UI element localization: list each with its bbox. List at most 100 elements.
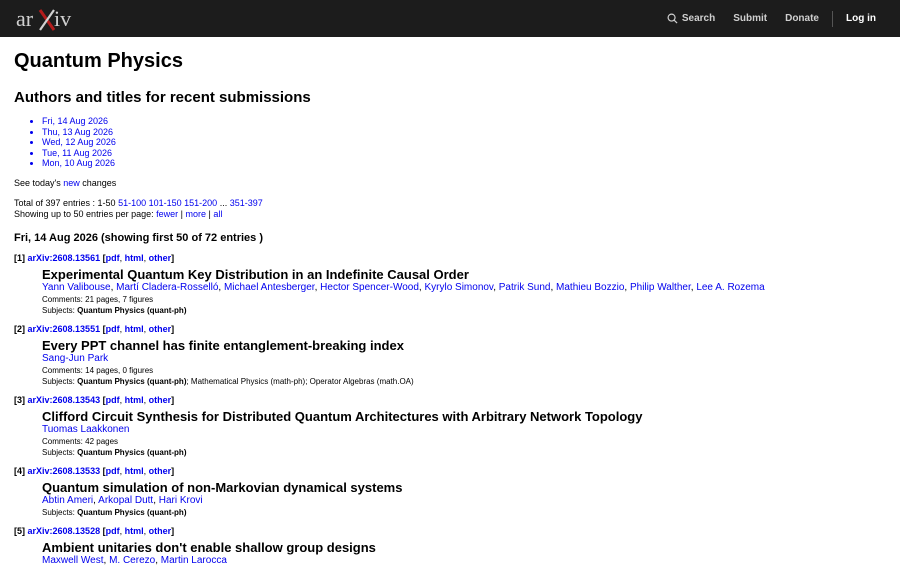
arxiv-logo[interactable]: ar iv [14,4,84,34]
bracket: ] [171,395,175,405]
subjects-line: Subjects: Quantum Physics (quant-ph) [42,447,900,458]
primary-subject: Quantum Physics (quant-ph) [77,508,187,517]
page-link[interactable]: 101-150 [149,198,182,208]
other-formats-link[interactable]: other [149,253,172,263]
fewer-link[interactable]: fewer [156,209,178,219]
see-today-prefix: See today's [14,177,64,188]
bracket: ] [171,253,175,263]
author-link[interactable]: Michael Antesberger [224,282,315,293]
html-link[interactable]: html [125,324,144,334]
author-link[interactable]: Hari Krovi [159,495,203,506]
pdf-link[interactable]: pdf [106,324,120,334]
author-link[interactable]: M. Cerezo [109,555,155,566]
pagination-ellipsis: ... [217,198,230,208]
date-item: Fri, 14 Aug 2026 [42,116,900,127]
html-link[interactable]: html [125,466,144,476]
day-header: Fri, 14 Aug 2026 (showing first 50 of 72… [14,232,263,244]
top-navbar: ar iv Search Submit Donate Log in [0,0,900,37]
primary-subject: Quantum Physics (quant-ph) [77,306,187,315]
bracket: ] [171,526,175,536]
comments-line: Comments: 42 pages [42,436,900,447]
author-link[interactable]: Mathieu Bozzio [556,282,624,293]
entry-header: [4] arXiv:2608.13533 [pdf, html, other] [14,466,175,476]
entry-body: Quantum simulation of non-Markovian dyna… [42,480,900,518]
nav-divider [832,10,833,27]
primary-subject: Quantum Physics (quant-ph) [77,377,187,386]
paper-title: Ambient unitaries don't enable shallow g… [42,540,376,555]
author-link[interactable]: Tuomas Laakkonen [42,424,129,435]
paper-title: Quantum simulation of non-Markovian dyna… [42,480,403,495]
page-link[interactable]: 351-397 [230,198,263,208]
login-link[interactable]: Log in [846,13,876,24]
date-link[interactable]: Mon, 10 Aug 2026 [42,158,115,168]
comments-label: Comments: [42,295,86,304]
entry-number: [2] [14,324,25,334]
entry-item: [3] arXiv:2608.13543 [pdf, html, other] C… [14,395,900,458]
new-changes-link[interactable]: new [63,178,80,188]
paper-title: Experimental Quantum Key Distribution in… [42,267,469,282]
author-list: Sang-Jun Park [42,353,900,365]
comments-line: Comments: 14 pages, 0 figures [42,365,900,376]
arxiv-id-link[interactable]: arXiv:2608.13543 [28,395,101,405]
other-formats-link[interactable]: other [149,324,172,334]
pdf-link[interactable]: pdf [106,253,120,263]
paper-title: Every PPT channel has finite entanglemen… [42,338,404,353]
author-link[interactable]: Martin Larocca [161,555,227,566]
author-link[interactable]: Abtin Ameri [42,495,93,506]
secondary-subjects: ; Mathematical Physics (math-ph); Operat… [186,377,414,386]
header-nav: Search Submit Donate Log in [649,0,876,37]
pdf-link[interactable]: pdf [106,395,120,405]
see-today-suffix: changes [79,177,117,188]
arxiv-id-link[interactable]: arXiv:2608.13528 [28,526,101,536]
html-link[interactable]: html [125,526,144,536]
search-label: Search [681,13,716,24]
entry-header: [5] arXiv:2608.13528 [pdf, html, other] [14,526,175,536]
donate-link[interactable]: Donate [785,13,819,24]
arxiv-id-link[interactable]: arXiv:2608.13561 [28,253,101,263]
author-link[interactable]: Sang-Jun Park [42,353,108,364]
pagination-line: Total of 397 entries : 1-50 51-100 101-1… [14,198,900,209]
author-link[interactable]: Martí Cladera-Rosselló [116,282,218,293]
subjects-label: Subjects: [42,306,78,315]
entry-item: [2] arXiv:2608.13551 [pdf, html, other] E… [14,324,900,387]
date-item: Wed, 12 Aug 2026 [42,137,900,148]
entry-header: [1] arXiv:2608.13561 [pdf, html, other] [14,253,175,263]
more-link[interactable]: more [185,209,206,219]
other-formats-link[interactable]: other [149,395,172,405]
date-link[interactable]: Tue, 11 Aug 2026 [42,148,112,158]
author-link[interactable]: Lee A. Rozema [696,282,764,293]
html-link[interactable]: html [125,395,144,405]
bracket: ] [171,324,175,334]
arxiv-id-link[interactable]: arXiv:2608.13551 [28,324,101,334]
entry-item: [4] arXiv:2608.13533 [pdf, html, other] Q… [14,466,900,518]
all-link[interactable]: all [213,209,222,219]
entry-body: Experimental Quantum Key Distribution in… [42,267,900,316]
date-item: Tue, 11 Aug 2026 [42,148,900,159]
pdf-link[interactable]: pdf [106,526,120,536]
author-link[interactable]: Patrik Sund [499,282,551,293]
author-link[interactable]: Yann Valibouse [42,282,111,293]
html-link[interactable]: html [125,253,144,263]
author-link[interactable]: Maxwell West [42,555,104,566]
page-link[interactable]: 151-200 [184,198,217,208]
other-formats-link[interactable]: other [149,466,172,476]
entry-number: [4] [14,466,25,476]
page-link[interactable]: 51-100 [118,198,146,208]
author-link[interactable]: Philip Walther [630,282,691,293]
author-link[interactable]: Hector Spencer-Wood [320,282,419,293]
author-link[interactable]: Arkopal Dutt [98,495,153,506]
primary-subject: Quantum Physics (quant-ph) [77,448,187,457]
comments-text: 21 pages, 7 figures [85,295,154,304]
date-link[interactable]: Wed, 12 Aug 2026 [42,137,116,147]
other-formats-link[interactable]: other [149,526,172,536]
date-link[interactable]: Fri, 14 Aug 2026 [42,116,108,126]
submit-link[interactable]: Submit [733,13,767,24]
search-link[interactable]: Search [667,13,715,24]
page-subtitle: Authors and titles for recent submission… [14,89,311,106]
paper-title: Clifford Circuit Synthesis for Distribut… [42,409,643,424]
pdf-link[interactable]: pdf [106,466,120,476]
author-link[interactable]: Kyrylo Simonov [424,282,493,293]
arxiv-id-link[interactable]: arXiv:2608.13533 [28,466,101,476]
subjects-label: Subjects: [42,448,78,457]
date-link[interactable]: Thu, 13 Aug 2026 [42,127,113,137]
